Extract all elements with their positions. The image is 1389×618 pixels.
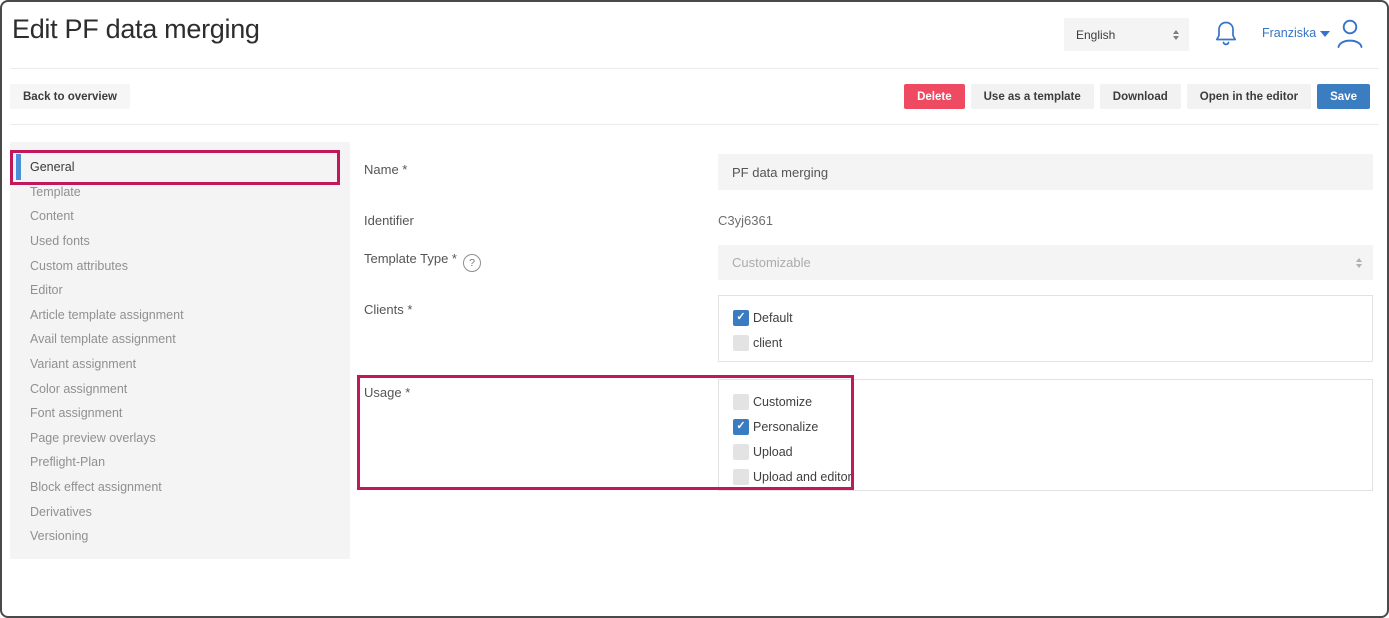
checkbox-row[interactable]: Upload bbox=[733, 439, 1372, 464]
checkbox-label: Default bbox=[753, 311, 793, 325]
sidebar-item-label: Font assignment bbox=[30, 406, 122, 420]
template-type-label: Template Type *? bbox=[364, 251, 481, 272]
sidebar-item[interactable]: General bbox=[10, 155, 350, 180]
sidebar-item-label: Color assignment bbox=[30, 382, 127, 396]
sidebar-item-label: Custom attributes bbox=[30, 259, 128, 273]
template-type-value: Customizable bbox=[732, 255, 811, 270]
checkbox-row[interactable]: Customize bbox=[733, 389, 1372, 414]
sidebar-item-label: Avail template assignment bbox=[30, 332, 176, 346]
save-button[interactable]: Save bbox=[1317, 84, 1370, 109]
sidebar-item[interactable]: Article template assignment bbox=[10, 303, 350, 328]
sidebar-item[interactable]: Preflight-Plan bbox=[10, 450, 350, 475]
usage-label: Usage * bbox=[364, 385, 410, 400]
toolbar-divider bbox=[10, 124, 1379, 125]
sidebar-item[interactable]: Versioning bbox=[10, 524, 350, 549]
sidebar-item[interactable]: Derivatives bbox=[10, 499, 350, 524]
back-to-overview-button[interactable]: Back to overview bbox=[10, 84, 130, 109]
page-title: Edit PF data merging bbox=[12, 14, 260, 45]
checkbox-label: client bbox=[753, 336, 782, 350]
download-button[interactable]: Download bbox=[1100, 84, 1181, 109]
help-icon[interactable]: ? bbox=[463, 254, 481, 272]
template-type-select[interactable]: Customizable bbox=[718, 245, 1373, 280]
sidebar-item[interactable]: Content bbox=[10, 204, 350, 229]
checkbox-label: Customize bbox=[753, 395, 812, 409]
open-in-editor-button[interactable]: Open in the editor bbox=[1187, 84, 1311, 109]
sidebar-item-label: General bbox=[30, 160, 74, 174]
language-select-value: English bbox=[1076, 28, 1115, 42]
sidebar-item-label: Template bbox=[30, 185, 81, 199]
identifier-value: C3yj6361 bbox=[718, 213, 773, 228]
sidebar-item[interactable]: Avail template assignment bbox=[10, 327, 350, 352]
checkbox[interactable] bbox=[733, 419, 749, 435]
user-name[interactable]: Franziska bbox=[1262, 26, 1316, 40]
app-window: Edit PF data merging English Franziska B… bbox=[0, 0, 1389, 618]
name-label: Name * bbox=[364, 162, 407, 177]
checkbox-label: Upload bbox=[753, 445, 793, 459]
checkbox-label: Personalize bbox=[753, 420, 818, 434]
clients-label: Clients * bbox=[364, 302, 412, 317]
sidebar-item-label: Variant assignment bbox=[30, 357, 136, 371]
checkbox[interactable] bbox=[733, 394, 749, 410]
sidebar-item-label: Preflight-Plan bbox=[30, 455, 105, 469]
sidebar-item-label: Page preview overlays bbox=[30, 431, 156, 445]
sidebar-item-label: Used fonts bbox=[30, 234, 90, 248]
sidebar-item[interactable]: Font assignment bbox=[10, 401, 350, 426]
checkbox-row[interactable]: Default bbox=[733, 305, 1372, 330]
sidebar-item[interactable]: Page preview overlays bbox=[10, 426, 350, 451]
sidebar-item[interactable]: Color assignment bbox=[10, 376, 350, 401]
chevron-down-icon[interactable] bbox=[1320, 31, 1330, 37]
sidebar-item[interactable]: Block effect assignment bbox=[10, 475, 350, 500]
sidebar-item-label: Editor bbox=[30, 283, 63, 297]
select-arrows-icon bbox=[1173, 30, 1179, 40]
name-input[interactable] bbox=[718, 154, 1373, 190]
sidebar-item[interactable]: Used fonts bbox=[10, 229, 350, 254]
toolbar-actions: Delete Use as a template Download Open i… bbox=[904, 84, 1370, 109]
use-as-template-button[interactable]: Use as a template bbox=[971, 84, 1094, 109]
clients-checkbox-group: Default client bbox=[718, 295, 1373, 362]
checkbox[interactable] bbox=[733, 469, 749, 485]
sidebar-item-label: Article template assignment bbox=[30, 308, 184, 322]
user-avatar-icon[interactable] bbox=[1335, 17, 1365, 54]
delete-button[interactable]: Delete bbox=[904, 84, 965, 109]
sidebar-item[interactable]: Variant assignment bbox=[10, 352, 350, 377]
usage-checkbox-group: Customize Personalize Upload Upload and … bbox=[718, 379, 1373, 491]
sidebar-item-label: Derivatives bbox=[30, 505, 92, 519]
sidebar-item-label: Versioning bbox=[30, 529, 88, 543]
select-arrows-icon bbox=[1356, 258, 1362, 268]
bell-icon[interactable] bbox=[1213, 19, 1239, 54]
checkbox[interactable] bbox=[733, 444, 749, 460]
identifier-label: Identifier bbox=[364, 213, 414, 228]
sidebar-item[interactable]: Template bbox=[10, 180, 350, 205]
sidebar-item[interactable]: Editor bbox=[10, 278, 350, 303]
checkbox-label: Upload and editor bbox=[753, 470, 852, 484]
sidebar-item-label: Content bbox=[30, 209, 74, 223]
checkbox-row[interactable]: Personalize bbox=[733, 414, 1372, 439]
sidebar-item-label: Block effect assignment bbox=[30, 480, 162, 494]
checkbox[interactable] bbox=[733, 335, 749, 351]
sidebar-item[interactable]: Custom attributes bbox=[10, 253, 350, 278]
checkbox-row[interactable]: client bbox=[733, 330, 1372, 355]
sidebar: General Template Content Used fonts Cust… bbox=[10, 142, 350, 559]
checkbox-row[interactable]: Upload and editor bbox=[733, 464, 1372, 489]
checkbox[interactable] bbox=[733, 310, 749, 326]
header-divider bbox=[10, 68, 1379, 69]
language-select[interactable]: English bbox=[1064, 18, 1189, 51]
